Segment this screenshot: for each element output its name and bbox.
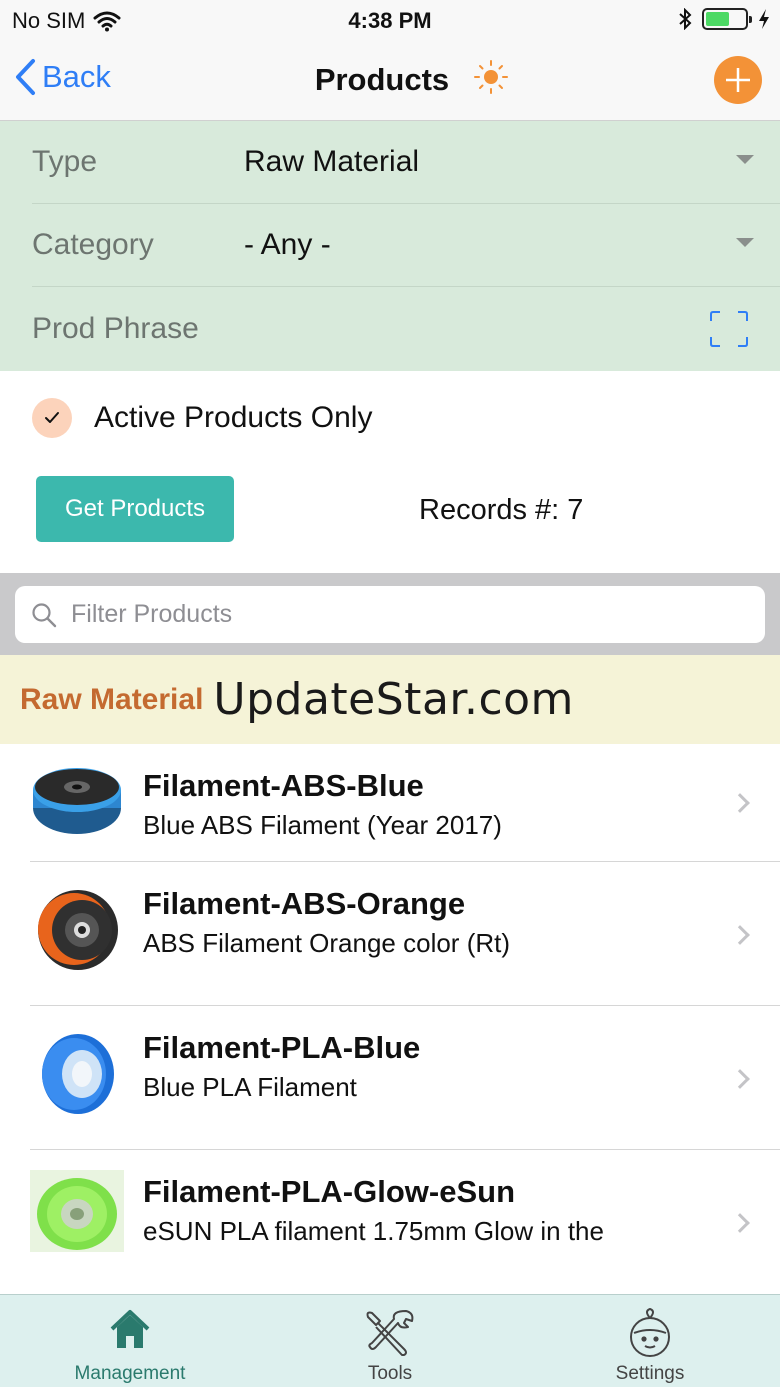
status-right bbox=[678, 8, 770, 30]
bluetooth-icon bbox=[679, 8, 692, 30]
tab-label: Management bbox=[74, 1363, 186, 1384]
blue-pla-spool-thumbnail bbox=[42, 1034, 114, 1114]
product-list: Filament-ABS-Blue Blue ABS Filament (Yea… bbox=[0, 744, 780, 1294]
type-value: Raw Material bbox=[244, 145, 420, 178]
search-icon bbox=[32, 602, 57, 627]
barcode-scan-icon[interactable] bbox=[710, 311, 748, 347]
dropdown-arrow-icon bbox=[736, 238, 754, 247]
prod-phrase-field[interactable]: Prod Phrase bbox=[32, 287, 780, 370]
category-select[interactable]: Category - Any - bbox=[32, 204, 780, 287]
tab-settings[interactable]: Settings bbox=[520, 1295, 780, 1387]
watermark-text: UpdateStar.com bbox=[213, 674, 574, 725]
page-title-wrap: Products bbox=[0, 62, 780, 98]
tab-label: Tools bbox=[367, 1363, 413, 1384]
category-label: Category bbox=[32, 228, 154, 261]
prod-phrase-placeholder: Prod Phrase bbox=[32, 311, 199, 345]
tools-icon bbox=[366, 1310, 414, 1356]
page-title: Products bbox=[314, 62, 450, 97]
search-input[interactable] bbox=[71, 600, 765, 629]
tab-bar: Management Tools Settings bbox=[0, 1294, 780, 1387]
dropdown-arrow-icon bbox=[736, 155, 754, 164]
product-name: Filament-ABS-Orange bbox=[143, 886, 466, 921]
chevron-right-icon bbox=[730, 1069, 750, 1089]
product-row[interactable]: Filament-PLA-Blue Blue PLA Filament bbox=[0, 1006, 780, 1150]
filter-panel: Type Raw Material Category - Any - Prod … bbox=[0, 121, 780, 371]
green-spool-thumbnail bbox=[30, 1170, 124, 1252]
chevron-right-icon bbox=[730, 1213, 750, 1233]
category-value: - Any - bbox=[244, 228, 331, 261]
records-value: 7 bbox=[567, 494, 584, 526]
product-name: Filament-ABS-Blue bbox=[143, 768, 424, 803]
product-description: eSUN PLA filament 1.75mm Glow in the bbox=[143, 1216, 604, 1246]
product-row[interactable]: Filament-PLA-Glow-eSun eSUN PLA filament… bbox=[0, 1150, 780, 1294]
checkbox-circle bbox=[32, 398, 72, 438]
type-label: Type bbox=[32, 145, 98, 178]
home-icon bbox=[110, 1310, 150, 1348]
product-description: Blue ABS Filament (Year 2017) bbox=[143, 810, 502, 840]
status-time: 4:38 PM bbox=[348, 8, 432, 33]
get-products-button[interactable]: Get Products bbox=[36, 476, 234, 542]
plus-icon bbox=[726, 68, 750, 92]
product-row[interactable]: Filament-ABS-Blue Blue ABS Filament (Yea… bbox=[0, 744, 780, 862]
navigation-bar: Back Products bbox=[0, 40, 780, 121]
filter-products-search bbox=[15, 586, 765, 643]
active-products-checkbox[interactable]: Active Products Only bbox=[32, 398, 372, 438]
section-header: Raw Material UpdateStar.com bbox=[0, 655, 780, 744]
product-description: Blue PLA Filament bbox=[143, 1072, 357, 1102]
blue-spool-thumbnail bbox=[33, 768, 121, 834]
chevron-right-icon bbox=[730, 925, 750, 945]
product-description: ABS Filament Orange color (Rt) bbox=[143, 928, 511, 958]
product-name: Filament-PLA-Blue bbox=[143, 1030, 421, 1065]
sun-icon[interactable] bbox=[473, 58, 509, 96]
add-product-button[interactable] bbox=[714, 56, 762, 104]
product-name: Filament-PLA-Glow-eSun bbox=[143, 1174, 515, 1209]
section-title: Raw Material bbox=[20, 682, 204, 716]
chevron-right-icon bbox=[730, 793, 750, 813]
battery-icon bbox=[702, 8, 752, 30]
tab-label: Settings bbox=[615, 1363, 685, 1384]
tab-tools[interactable]: Tools bbox=[260, 1295, 520, 1387]
charging-bolt-icon bbox=[759, 9, 769, 29]
type-select[interactable]: Type Raw Material bbox=[32, 121, 780, 204]
status-bar: No SIM 4:38 PM bbox=[0, 0, 780, 40]
orange-spool-thumbnail bbox=[38, 890, 118, 970]
checkmark-icon bbox=[45, 412, 59, 423]
settings-face-icon bbox=[630, 1307, 670, 1357]
records-count: Records #: 7 bbox=[419, 494, 583, 527]
tab-management[interactable]: Management bbox=[0, 1295, 260, 1387]
product-row[interactable]: Filament-ABS-Orange ABS Filament Orange … bbox=[0, 862, 780, 1006]
active-products-label: Active Products Only bbox=[94, 401, 373, 434]
records-label: Records #: bbox=[419, 494, 560, 526]
